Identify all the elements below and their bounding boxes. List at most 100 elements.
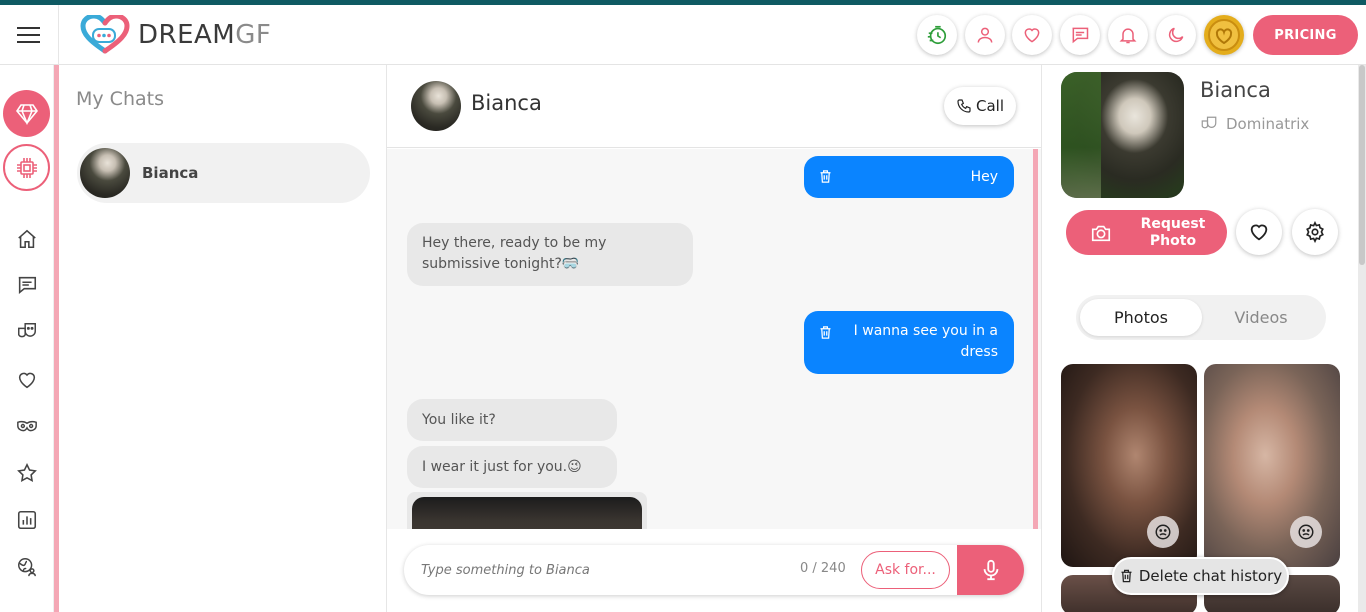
call-button-label: Call [975,97,1004,115]
logo-text: DREAMGF [138,20,271,50]
heart-icon [1250,224,1268,241]
profile-photo-background [1061,72,1101,198]
chart-icon [17,510,37,530]
message-image[interactable] [407,492,647,529]
message-text-line: Hey there, ready to be my [422,235,607,251]
sidebar-item-roleplay[interactable] [14,319,40,345]
dislike-button[interactable] [1290,516,1322,548]
message-text: Hey [970,169,998,185]
message-incoming: You like it? [407,399,617,441]
sidebar-item-community[interactable] [14,554,40,580]
favorite-button[interactable] [1236,209,1282,255]
notifications-button[interactable] [1108,15,1148,55]
message-incoming: I wear it just for you.😉 [407,446,617,488]
call-button[interactable]: Call [944,87,1016,125]
app-logo[interactable]: DREAMGF [80,15,271,55]
request-photo-label-line: Request [1140,215,1206,232]
profile-photo[interactable] [1061,72,1184,198]
dislike-button[interactable] [1147,516,1179,548]
delete-message-icon[interactable] [818,324,833,341]
sidebar-item-chats[interactable] [14,272,40,298]
message-text-line: submissive tonight?🥽 [422,256,580,272]
theater-masks-icon [18,323,36,338]
sidebar-nav [0,65,54,612]
sidebar-item-premium[interactable] [3,90,50,137]
voice-record-button[interactable] [957,545,1024,595]
heart-icon [1024,28,1040,43]
theater-masks-icon [1201,116,1217,129]
message-list[interactable]: Hey Hey there, ready to be my submissive… [387,149,1041,529]
message-text: You like it? [422,412,496,428]
chat-list-item-name: Bianca [142,164,199,182]
chat-contact-name[interactable]: Bianca [471,91,542,115]
delete-chat-history-button[interactable]: Delete chat history [1112,557,1289,595]
menu-button[interactable] [0,5,59,65]
profile-scrollbar-thumb[interactable] [1359,65,1365,265]
delete-chat-history-label: Delete chat history [1138,567,1283,585]
coin-icon [1208,19,1240,51]
phone-icon [957,99,971,113]
message-incoming: Hey there, ready to be my submissive ton… [407,223,693,286]
chat-list-title: My Chats [76,88,164,110]
chat-header: Bianca Call [387,65,1041,148]
hamburger-icon [17,27,40,43]
camera-icon [1091,225,1111,241]
timer-icon [927,25,947,45]
message-outgoing: I wanna see you in a dress [804,311,1014,374]
photo-thumbnail[interactable] [1061,364,1197,567]
request-photo-button[interactable]: Request Photo [1066,210,1227,255]
message-outgoing: Hey [804,156,1014,198]
message-scrollbar[interactable] [1033,149,1038,529]
tab-photos[interactable]: Photos [1080,299,1202,336]
message-input[interactable] [421,560,781,580]
chat-icon [18,276,37,294]
logo-text-dream: DREAM [138,20,236,50]
messages-button[interactable] [1060,15,1100,55]
ask-for-button[interactable]: Ask for... [861,551,950,589]
sidebar-item-mask[interactable] [14,413,40,439]
photo-thumbnail[interactable] [1204,364,1340,567]
favorites-button[interactable] [1012,15,1052,55]
avatar[interactable] [411,81,461,131]
request-photo-label: Request Photo [1128,216,1218,250]
sidebar-item-favorites[interactable] [14,367,40,393]
sad-face-icon [1298,524,1314,540]
gem-icon [15,103,38,125]
message-text-line: dress [960,344,998,360]
gear-icon [1306,221,1324,243]
user-icon [977,27,993,43]
sidebar-item-ai[interactable] [3,144,50,191]
coins-button[interactable] [1204,15,1244,55]
logo-heart-icon [80,15,130,54]
microphone-icon [983,559,998,581]
dark-mode-button[interactable] [1156,15,1196,55]
logo-text-gf: GF [235,20,272,50]
profile-role: Dominatrix [1200,115,1309,133]
tab-videos[interactable]: Videos [1200,299,1322,336]
message-image-preview [412,497,642,529]
message-text-line: I wanna see you in a [853,323,998,339]
profile-panel: Bianca Dominatrix Request Photo Photos V… [1041,65,1366,612]
settings-button[interactable] [1292,209,1338,255]
character-counter: 0 / 240 [800,561,846,576]
chat-list-item[interactable]: Bianca [77,143,370,203]
message-icon [1072,27,1089,44]
profile-button[interactable] [965,15,1005,55]
delete-message-icon[interactable] [818,168,833,185]
trash-icon [1121,569,1132,583]
sidebar-item-stats[interactable] [14,507,40,533]
bell-icon [1119,28,1137,44]
message-text: I wear it just for you.😉 [422,459,582,475]
pricing-button[interactable]: PRICING [1253,15,1358,55]
mask-icon [17,421,37,432]
sad-face-icon [1155,524,1171,540]
sidebar-item-starred[interactable] [14,460,40,486]
timer-button[interactable] [917,15,957,55]
avatar [80,148,130,198]
chat-panel: Bianca Call Hey Hey there, ready to be m… [387,65,1041,612]
heart-icon [18,372,36,389]
moon-icon [1168,27,1184,43]
profile-name: Bianca [1200,78,1271,102]
sidebar-item-home[interactable] [14,226,40,252]
message-composer: 0 / 240 Ask for... [404,545,1024,595]
